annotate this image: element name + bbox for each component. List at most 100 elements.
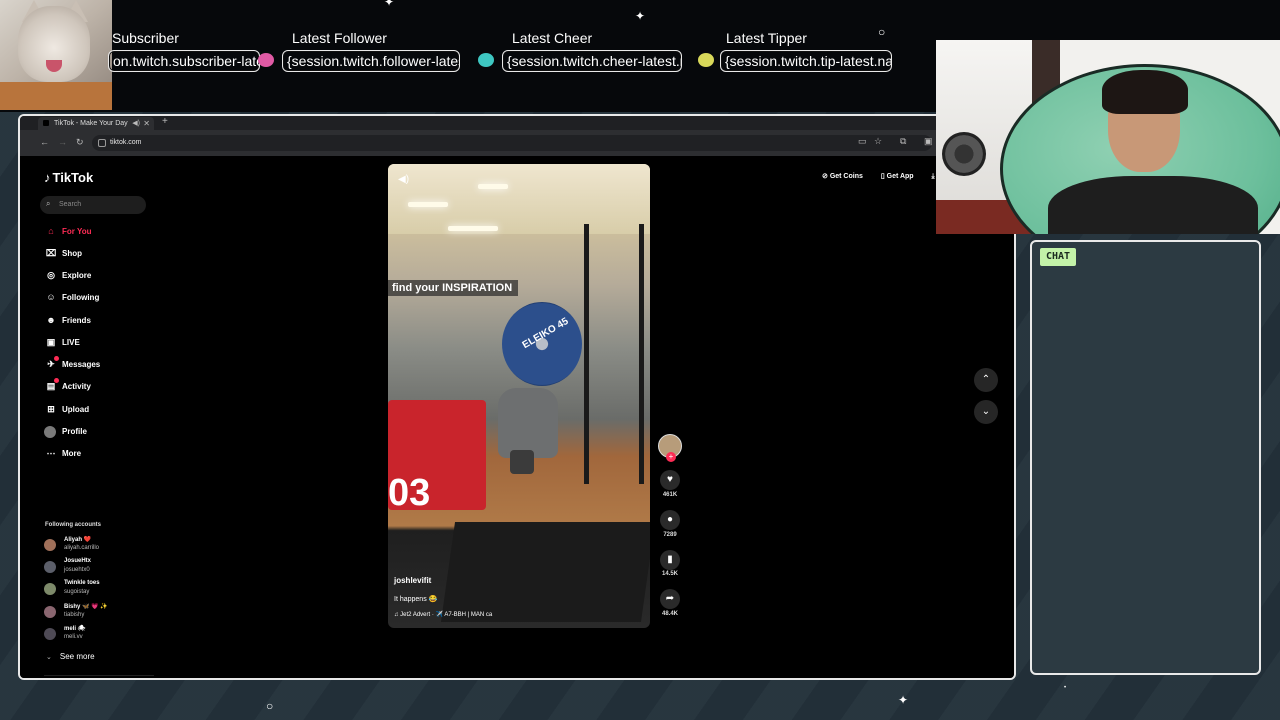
tiktok-logo[interactable]: ♪ TikTok <box>44 170 93 185</box>
barbell-plate <box>502 302 582 386</box>
new-tab-icon[interactable]: + <box>162 116 168 127</box>
next-video-button[interactable]: ⌄ <box>974 400 998 424</box>
ceiling-light <box>478 184 508 189</box>
video-player[interactable]: find your INSPIRATION 03 ELEIKO 45 ◀) jo… <box>388 164 650 628</box>
athlete <box>498 388 558 458</box>
tiktok-favicon-icon <box>43 120 49 126</box>
tab-close-icon[interactable]: ✕ <box>143 119 150 128</box>
alert-cheer-label: Latest Cheer <box>512 30 593 46</box>
avatar <box>44 628 56 640</box>
alert-cheer-value: {session.twitch.cheer-latest.name} <box>502 50 682 72</box>
nav-explore[interactable]: ◎ Explore <box>44 270 91 284</box>
nav-label: Shop <box>62 249 82 258</box>
nav-label: For You <box>62 227 92 236</box>
sidepanel-icon[interactable]: ▣ <box>924 136 933 147</box>
browser-window: TikTok - Make Your Day ◀) ✕ + ← → ↻ tikt… <box>18 114 1016 680</box>
alert-follower-label: Latest Follower <box>292 30 387 46</box>
reload-icon[interactable]: ↻ <box>76 137 84 148</box>
share-button[interactable]: ➦ <box>660 589 680 609</box>
alert-subscriber-value: on.twitch.subscriber-latest.name} <box>108 50 260 72</box>
video-sound[interactable]: ♫ Jet2 Advert · ✈️ A7-BBH | MAN ca <box>394 611 492 618</box>
account-handle: tiabishy <box>64 612 85 618</box>
chevron-up-icon: ⌃ <box>981 374 991 385</box>
tab-audio-icon[interactable]: ◀) <box>132 119 140 127</box>
cat-blanket <box>0 82 112 110</box>
comment-icon: ● <box>666 514 674 525</box>
video-caption: It happens 😂 <box>394 596 438 603</box>
nav-messages[interactable]: ✈ Messages <box>44 356 101 373</box>
cast-icon[interactable]: ▭ <box>858 136 867 147</box>
alert-subscriber: Subscriber on.twitch.subscriber-latest.n… <box>108 30 260 72</box>
follow-plus-icon[interactable]: + <box>666 452 676 462</box>
previous-video-button[interactable]: ⌃ <box>974 368 998 392</box>
browser-tab-strip: TikTok - Make Your Day ◀) ✕ + <box>20 116 1014 130</box>
nav-activity[interactable]: ▤ Activity <box>44 378 91 395</box>
nav-friends[interactable]: ☻ Friends <box>44 315 91 329</box>
nav-label: Messages <box>62 360 101 369</box>
compass-icon: ◎ <box>47 270 55 280</box>
nav-following[interactable]: ☺ Following <box>44 292 99 306</box>
search-placeholder: Search <box>59 201 82 208</box>
nav-for-you[interactable]: ⌂ For You <box>44 226 91 240</box>
heart-gem-icon <box>258 53 274 67</box>
cat-webcam-image <box>0 0 112 110</box>
sparkle-icon: ○ <box>878 25 886 39</box>
alert-subscriber-label: Subscriber <box>112 30 179 46</box>
alert-follower-value: {session.twitch.follower-latest.name} <box>282 50 460 72</box>
get-coins-label: Get Coins <box>829 173 863 180</box>
get-app-link[interactable]: ▯ Get App <box>881 173 922 180</box>
save-button[interactable]: ▮ <box>660 550 680 570</box>
alert-follower: Latest Follower {session.twitch.follower… <box>282 30 460 72</box>
box-number: 03 <box>388 472 431 514</box>
comment-count: 7289 <box>663 532 677 538</box>
avatar <box>44 606 56 618</box>
nav-profile[interactable]: Profile <box>44 426 87 440</box>
webcam-fan <box>942 132 986 176</box>
following-accounts-title: Following accounts <box>45 522 102 528</box>
chevron-down-icon: ⌄ <box>46 654 52 661</box>
streamer-shirt <box>1048 176 1258 234</box>
streamer-webcam <box>936 40 1280 234</box>
browser-toolbar: ← → ↻ tiktok.com ▭ ☆ ⧉ ▣ <box>20 130 1014 156</box>
see-more-label: See more <box>59 652 95 661</box>
streamer-hair <box>1102 70 1188 114</box>
tiktok-brand-text: TikTok <box>52 170 94 185</box>
address-bar[interactable]: tiktok.com <box>92 135 932 151</box>
nav-label: LIVE <box>62 338 80 347</box>
creator-avatar[interactable]: + <box>658 434 682 462</box>
browser-tab[interactable]: TikTok - Make Your Day ◀) ✕ <box>38 117 154 130</box>
back-icon[interactable]: ← <box>40 137 49 147</box>
site-info-icon[interactable] <box>98 139 106 147</box>
avatar <box>44 539 56 551</box>
nav-label: Following <box>62 293 100 302</box>
nav-label: Friends <box>62 316 91 325</box>
nav-more[interactable]: ⋯ More <box>44 448 82 462</box>
video-author[interactable]: joshlevifit <box>394 576 431 585</box>
alert-tipper: Latest Tipper {session.twitch.tip-latest… <box>720 30 892 72</box>
nav-label: Activity <box>62 382 91 391</box>
bookmark-star-icon[interactable]: ☆ <box>874 136 882 147</box>
get-coins-link[interactable]: ⊘ Get Coins <box>822 173 871 180</box>
nav-shop[interactable]: ⌧ Shop <box>44 248 82 262</box>
volume-icon[interactable]: ◀) <box>398 174 409 185</box>
alert-tipper-label: Latest Tipper <box>726 30 807 46</box>
tiktok-note-icon: ♪ <box>44 170 51 185</box>
friends-icon: ☻ <box>46 315 56 325</box>
avatar <box>44 583 56 595</box>
nav-upload[interactable]: ⊞ Upload <box>44 404 89 418</box>
extensions-icon[interactable]: ⧉ <box>900 136 906 147</box>
forward-icon[interactable]: → <box>58 137 67 147</box>
coin-gem-icon <box>698 53 714 67</box>
sparkle-icon: ✦ <box>898 693 909 707</box>
see-more-button[interactable]: ⌄ See more <box>46 652 95 661</box>
account-name: Aliyah ❤️ <box>64 537 92 543</box>
following-icon: ☺ <box>46 292 56 302</box>
comment-button[interactable]: ● <box>660 510 680 530</box>
search-input[interactable]: ⌕ Search <box>40 196 146 214</box>
like-button[interactable]: ♥ <box>660 470 680 490</box>
nav-live[interactable]: ▣ LIVE <box>44 337 80 351</box>
sparkle-icon: ✦ <box>635 9 646 23</box>
heart-icon: ♥ <box>667 474 673 485</box>
account-name: Bishy 🦋 💗 ✨ <box>64 604 108 610</box>
nav-label: More <box>62 449 82 458</box>
